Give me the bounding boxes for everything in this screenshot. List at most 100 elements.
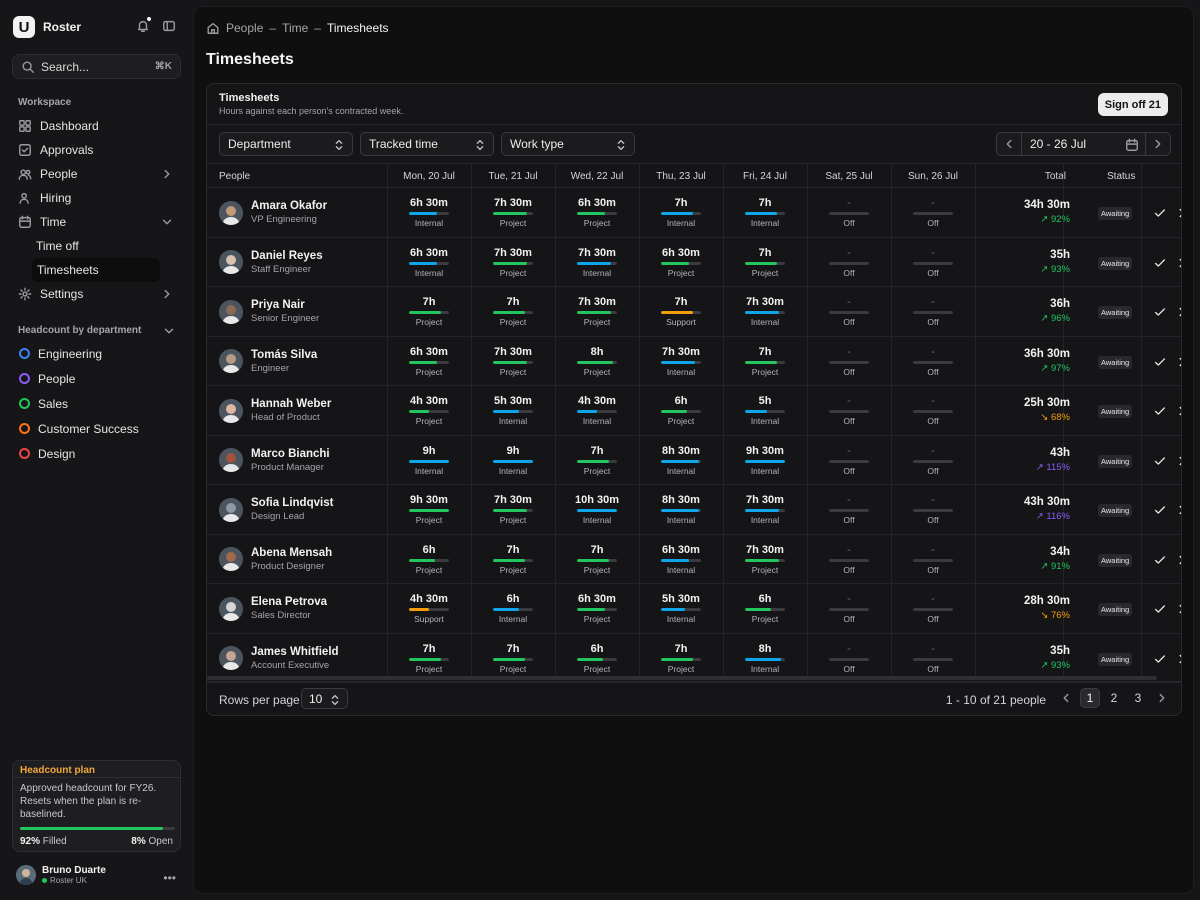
day-cell[interactable]: 4h 30m Internal (555, 394, 639, 426)
day-cell[interactable]: 6h 30m Internal (387, 196, 471, 228)
chevron-right-icon[interactable] (1175, 602, 1181, 616)
day-cell[interactable]: 8h Internal (723, 642, 807, 674)
day-cell[interactable]: 6h 30m Project (555, 196, 639, 228)
sidebar-item-timesheets[interactable]: Timesheets (32, 258, 160, 282)
day-cell[interactable]: - Off (807, 444, 891, 476)
column-header-day[interactable]: Tue, 21 Jul (471, 164, 555, 188)
chevron-right-icon[interactable] (1175, 305, 1181, 319)
chevron-right-icon[interactable] (1175, 503, 1181, 517)
person-name[interactable]: James Whitfield (251, 646, 339, 658)
day-cell[interactable]: 7h Project (471, 295, 555, 327)
day-cell[interactable]: 6h 30m Internal (387, 246, 471, 278)
sidebar-toggle-icon[interactable] (162, 19, 176, 33)
chevron-right-icon[interactable] (1175, 355, 1181, 369)
day-cell[interactable]: 7h Project (639, 642, 723, 674)
day-cell[interactable]: 7h 30m Project (471, 345, 555, 377)
day-cell[interactable]: - Off (807, 592, 891, 624)
day-cell[interactable]: - Off (807, 493, 891, 525)
day-cell[interactable]: 7h Project (387, 642, 471, 674)
day-cell[interactable]: 4h 30m Support (387, 592, 471, 624)
person-name[interactable]: Hannah Weber (251, 398, 331, 410)
day-cell[interactable]: 7h Internal (723, 196, 807, 228)
day-cell[interactable]: - Off (891, 493, 975, 525)
column-header-day[interactable]: Mon, 20 Jul (387, 164, 471, 188)
day-cell[interactable]: 6h 30m Project (555, 592, 639, 624)
approve-check-icon[interactable] (1153, 256, 1167, 270)
column-header-day[interactable]: Sun, 26 Jul (891, 164, 975, 188)
next-page-button[interactable] (1152, 688, 1172, 708)
day-cell[interactable]: - Off (807, 642, 891, 674)
day-cell[interactable]: - Off (891, 345, 975, 377)
approve-check-icon[interactable] (1153, 503, 1167, 517)
day-cell[interactable]: 5h Internal (723, 394, 807, 426)
person-name[interactable]: Sofia Lindqvist (251, 497, 333, 509)
day-cell[interactable]: 6h Project (723, 592, 807, 624)
day-cell[interactable]: 6h 30m Internal (639, 543, 723, 575)
day-cell[interactable]: 7h Project (555, 444, 639, 476)
page-button-3[interactable]: 3 (1128, 688, 1148, 708)
sign-off-button[interactable]: Sign off 21 (1097, 93, 1168, 116)
column-header-day[interactable]: Wed, 22 Jul (555, 164, 639, 188)
approve-check-icon[interactable] (1153, 404, 1167, 418)
chevron-right-icon[interactable] (1175, 652, 1181, 666)
day-cell[interactable]: 7h Project (723, 246, 807, 278)
day-cell[interactable]: 6h Internal (471, 592, 555, 624)
chevron-right-icon[interactable] (1175, 553, 1181, 567)
search-box[interactable]: ⌘K (12, 54, 181, 79)
sidebar-item-dashboard[interactable]: Dashboard (12, 114, 182, 138)
person-name[interactable]: Priya Nair (251, 299, 319, 311)
sidebar-item-people[interactable]: People (12, 162, 182, 186)
sidebar-dept-sales[interactable]: Sales (12, 391, 182, 416)
day-cell[interactable]: 6h Project (387, 543, 471, 575)
approve-check-icon[interactable] (1153, 305, 1167, 319)
sidebar-item-approvals[interactable]: Approvals (12, 138, 182, 162)
work-type-filter[interactable]: Work type (501, 132, 635, 156)
rows-per-page-select[interactable]: 10 (301, 688, 348, 709)
approve-check-icon[interactable] (1153, 553, 1167, 567)
person-name[interactable]: Tomás Silva (251, 349, 317, 361)
table-row[interactable]: Sofia Lindqvist Design Lead 9h 30m Project 7… (207, 485, 1181, 535)
day-cell[interactable]: - Off (807, 295, 891, 327)
table-row[interactable]: Elena Petrova Sales Director 4h 30m Support… (207, 584, 1181, 634)
day-cell[interactable]: 8h Project (555, 345, 639, 377)
chevron-right-icon[interactable] (1175, 404, 1181, 418)
approve-check-icon[interactable] (1153, 206, 1167, 220)
table-row[interactable]: Amara Okafor VP Engineering 6h 30m Internal… (207, 188, 1181, 238)
day-cell[interactable]: 7h 30m Project (471, 493, 555, 525)
day-cell[interactable]: 6h Project (555, 642, 639, 674)
person-name[interactable]: Marco Bianchi (251, 448, 330, 460)
column-header-day[interactable]: Sat, 25 Jul (807, 164, 891, 188)
day-cell[interactable]: 7h Project (471, 642, 555, 674)
column-header-status[interactable]: Status (1107, 164, 1135, 188)
day-cell[interactable]: 7h 30m Internal (639, 345, 723, 377)
day-cell[interactable]: 9h Internal (471, 444, 555, 476)
approve-check-icon[interactable] (1153, 454, 1167, 468)
sidebar-item-time[interactable]: Time (12, 210, 182, 234)
sidebar-dept-people[interactable]: People (12, 366, 182, 391)
day-cell[interactable]: - Off (891, 246, 975, 278)
chevron-right-icon[interactable] (1175, 256, 1181, 270)
more-options-icon[interactable]: ••• (163, 871, 176, 885)
day-cell[interactable]: - Off (891, 543, 975, 575)
person-name[interactable]: Daniel Reyes (251, 250, 323, 262)
day-cell[interactable]: - Off (807, 543, 891, 575)
sidebar-dept-engineering[interactable]: Engineering (12, 341, 182, 366)
day-cell[interactable]: - Off (891, 592, 975, 624)
breadcrumb-time[interactable]: Time (282, 21, 308, 35)
sidebar-item-time-off[interactable]: Time off (12, 234, 182, 258)
tracked-time-filter[interactable]: Tracked time (360, 132, 494, 156)
sidebar-dept-customer-success[interactable]: Customer Success (12, 416, 182, 441)
date-range-field[interactable]: 20 - 26 Jul (1021, 133, 1146, 155)
day-cell[interactable]: 7h 30m Project (723, 543, 807, 575)
approve-check-icon[interactable] (1153, 355, 1167, 369)
day-cell[interactable]: 7h Project (471, 543, 555, 575)
day-cell[interactable]: 7h 30m Internal (723, 295, 807, 327)
day-cell[interactable]: 9h 30m Internal (723, 444, 807, 476)
day-cell[interactable]: 5h 30m Internal (471, 394, 555, 426)
day-cell[interactable]: 7h 30m Project (471, 246, 555, 278)
brand[interactable]: U Roster (13, 16, 81, 38)
breadcrumb-people[interactable]: People (226, 21, 263, 35)
day-cell[interactable]: - Off (807, 196, 891, 228)
bell-icon[interactable] (136, 17, 151, 33)
prev-week-button[interactable] (997, 133, 1021, 155)
